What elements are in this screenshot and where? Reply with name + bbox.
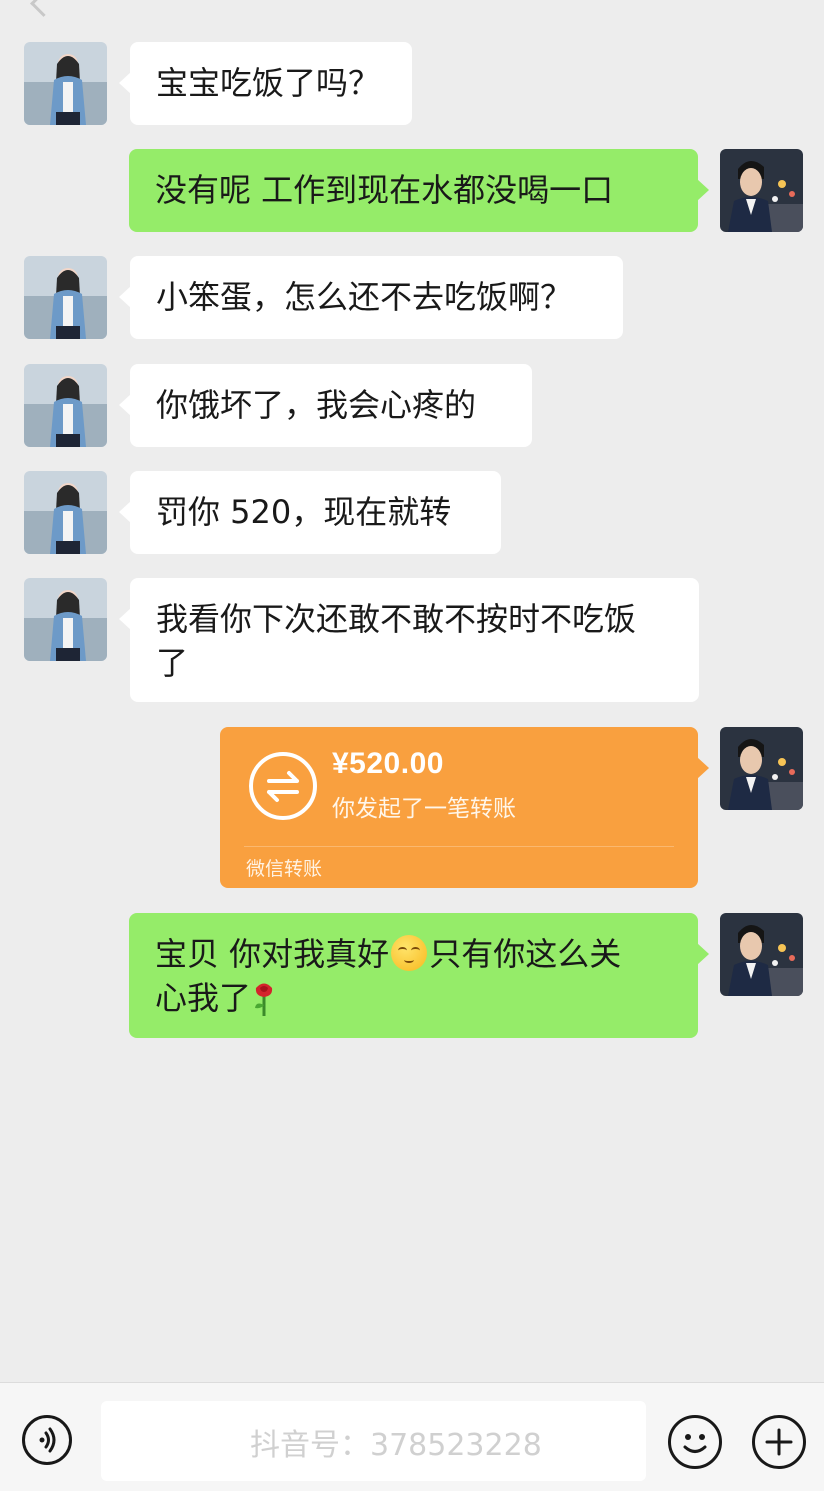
- message-bubble[interactable]: 罚你 520，现在就转: [119, 471, 501, 554]
- message-input[interactable]: [101, 1401, 646, 1481]
- message-text: 只有你这么关: [429, 935, 622, 973]
- contact-avatar[interactable]: [24, 42, 107, 125]
- message-bubble[interactable]: 我看你下次还敢不敢不按时不吃饭 了: [119, 578, 699, 702]
- emoji-button[interactable]: [668, 1415, 722, 1469]
- message-text: 宝宝吃饭了吗？: [156, 64, 381, 102]
- message-text: 你饿坏了，我会心疼的: [156, 386, 477, 424]
- voice-icon: [39, 1427, 56, 1453]
- message-text: 小笨蛋，怎么还不去吃饭啊？: [156, 278, 573, 316]
- emoji-icon: [683, 1434, 707, 1453]
- self-avatar[interactable]: [720, 913, 803, 996]
- self-avatar[interactable]: [720, 727, 803, 810]
- shy-face-emoji-icon: [391, 935, 428, 971]
- plus-button[interactable]: [752, 1415, 806, 1469]
- contact-avatar[interactable]: [24, 364, 107, 447]
- message-text: 没有呢 工作到现在水都没喝一口: [155, 171, 614, 209]
- message-text-line: 宝贝 你对我真好 只有你这么关: [155, 932, 672, 976]
- message-text: 心我了: [155, 979, 252, 1017]
- input-bar: [0, 1382, 824, 1491]
- back-chevron-icon[interactable]: [30, 0, 57, 17]
- message-text-line: 我看你下次还敢不敢不按时不吃饭: [156, 600, 637, 638]
- transfer-amount: ¥520.00: [332, 747, 444, 780]
- message-bubble[interactable]: 宝贝 你对我真好 只有你这么关 心我了: [129, 913, 709, 1038]
- self-avatar[interactable]: [720, 149, 803, 232]
- message-bubble[interactable]: 宝宝吃饭了吗？: [119, 42, 412, 125]
- contact-avatar[interactable]: [24, 471, 107, 554]
- contact-avatar[interactable]: [24, 256, 107, 339]
- divider: [244, 846, 674, 847]
- plus-icon: [765, 1428, 793, 1456]
- transfer-arrows-icon: [249, 752, 317, 820]
- message-text: 罚你 520，现在就转: [156, 493, 452, 531]
- voice-button[interactable]: [22, 1415, 72, 1465]
- message-text-line: 心我了: [155, 976, 672, 1020]
- message-bubble[interactable]: 你饿坏了，我会心疼的: [119, 364, 532, 447]
- message-text-line: 了: [156, 644, 189, 682]
- message-text: 宝贝 你对我真好: [155, 935, 390, 973]
- transfer-footer: 微信转账: [246, 858, 323, 880]
- transfer-card[interactable]: ¥520.00 你发起了一笔转账 微信转账: [220, 727, 709, 888]
- rose-emoji-icon: [255, 983, 273, 1016]
- transfer-description: 你发起了一笔转账: [332, 796, 516, 822]
- contact-avatar[interactable]: [24, 578, 107, 661]
- message-bubble[interactable]: 小笨蛋，怎么还不去吃饭啊？: [119, 256, 623, 339]
- message-bubble[interactable]: 没有呢 工作到现在水都没喝一口: [129, 149, 709, 232]
